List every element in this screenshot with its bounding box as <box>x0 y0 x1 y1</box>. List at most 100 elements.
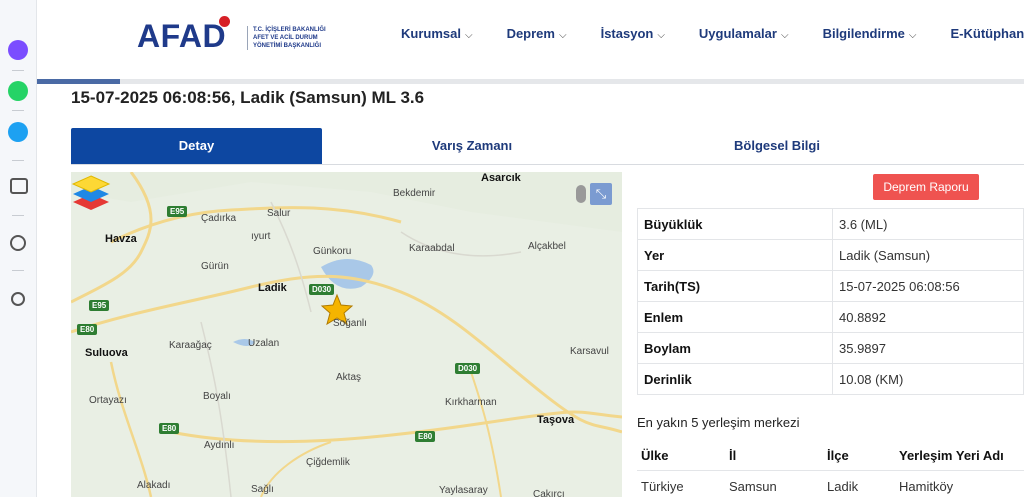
browser-sidebar <box>0 0 37 497</box>
info-key: Enlem <box>638 302 833 333</box>
sidebar-divider <box>12 160 24 161</box>
column-header: Ülke <box>637 440 725 471</box>
layers-icon[interactable] <box>71 172 111 212</box>
nav-kurumsal[interactable]: Kurumsal⌵ <box>401 26 473 41</box>
info-value: Ladik (Samsun) <box>833 240 1024 271</box>
nav-label: Bilgilendirme <box>823 26 905 41</box>
road <box>111 362 151 497</box>
main-nav: Kurumsal⌵ Deprem ⌵ İstasyon⌵ Uygulamalar⌵… <box>401 26 1024 41</box>
table-cell: Türkiye <box>637 471 725 501</box>
table-cell: Hamitköy <box>895 471 1024 501</box>
map-town: Ladik <box>258 282 287 294</box>
map-town: Günkoru <box>313 246 351 257</box>
road-shield: E80 <box>415 431 435 442</box>
map-town: Karsavul <box>570 346 609 357</box>
map-town: Çiğdemlik <box>306 457 350 468</box>
info-key: Boylam <box>638 333 833 364</box>
logo-subtitle-line: T.C. İÇİŞLERİ BAKANLIĞI <box>253 26 363 34</box>
crescent-icon <box>219 16 230 27</box>
road-shield: D030 <box>309 284 334 295</box>
table-cell: Samsun <box>725 471 823 501</box>
table-header-row: Ülke İl İlçe Yerleşim Yeri Adı <box>637 440 1024 471</box>
map-town: Aydınlı <box>204 440 234 451</box>
earthquake-info-table: Büyüklük3.6 (ML) YerLadik (Samsun) Tarih… <box>637 208 1024 395</box>
map-town: Gürün <box>201 261 229 272</box>
info-value: 3.6 (ML) <box>833 209 1024 240</box>
twitter-icon[interactable] <box>8 122 28 142</box>
map-town: Salur <box>267 208 290 219</box>
nav-label: E-Kütüphane <box>951 26 1024 41</box>
logo-subtitle: T.C. İÇİŞLERİ BAKANLIĞI AFET VE ACİL DUR… <box>247 26 363 50</box>
road-shield: E80 <box>159 423 179 434</box>
expand-icon[interactable]: ⤡ <box>590 183 612 205</box>
whatsapp-icon[interactable] <box>8 81 28 101</box>
column-header: Yerleşim Yeri Adı <box>895 440 1024 471</box>
info-key: Derinlik <box>638 364 833 395</box>
map-town: Sağlı <box>251 484 274 495</box>
map-town: Yaylasaray <box>439 485 488 496</box>
table-row: YerLadik (Samsun) <box>638 240 1024 271</box>
info-value: 35.9897 <box>833 333 1024 364</box>
map-town: Taşova <box>537 414 574 426</box>
tab-bar: Detay Varış Zamanı Bölgesel Bilgi <box>71 128 1024 165</box>
table-row: Enlem40.8892 <box>638 302 1024 333</box>
map-base <box>71 172 622 497</box>
chevron-down-icon: ⌵ <box>657 30 665 41</box>
sidebar-divider <box>12 270 24 271</box>
gear-icon[interactable] <box>10 235 26 251</box>
map-town: Bekdemir <box>393 188 435 199</box>
map-town: Alakadı <box>137 480 170 491</box>
nav-label: Deprem <box>507 26 555 41</box>
nav-bilgilendirme[interactable]: Bilgilendirme ⌵ <box>823 26 917 41</box>
lightbulb-icon[interactable] <box>11 292 25 306</box>
nearest-settlements-title: En yakın 5 yerleşim merkezi <box>637 415 800 430</box>
map-town: Alçakbel <box>528 241 566 252</box>
road-shield: E80 <box>77 324 97 335</box>
map-town: Aktaş <box>336 372 361 383</box>
wallet-icon[interactable] <box>10 178 28 194</box>
sidebar-divider <box>12 215 24 216</box>
road-shield: E95 <box>167 206 187 217</box>
nav-ekutuphane[interactable]: E-Kütüphane <box>951 26 1024 41</box>
site-header: AFAD T.C. İÇİŞLERİ BAKANLIĞI AFET VE ACİ… <box>37 0 1024 80</box>
chevron-down-icon: ⌵ <box>465 30 473 41</box>
nav-uygulamalar[interactable]: Uygulamalar⌵ <box>699 26 789 41</box>
map-town: Suluova <box>85 347 128 359</box>
page-title: 15-07-2025 06:08:56, Ladik (Samsun) ML 3… <box>71 88 424 108</box>
map-town: Karaabdal <box>409 243 455 254</box>
chevron-down-icon: ⌵ <box>909 30 917 41</box>
logo-subtitle-line: AFET VE ACİL DURUM <box>253 34 363 42</box>
info-value: 15-07-2025 06:08:56 <box>833 271 1024 302</box>
column-header: İl <box>725 440 823 471</box>
road <box>71 276 622 432</box>
sidebar-divider <box>12 110 24 111</box>
map-town: Kırkharman <box>445 397 497 408</box>
deprem-raporu-button[interactable]: Deprem Raporu <box>873 174 979 200</box>
map-town: Uzalan <box>248 338 279 349</box>
afad-logo[interactable]: AFAD <box>137 18 226 55</box>
nav-deprem[interactable]: Deprem ⌵ <box>507 26 567 41</box>
nav-istasyon[interactable]: İstasyon⌵ <box>601 26 665 41</box>
tab-varis-zamani[interactable]: Varış Zamanı <box>322 128 622 164</box>
table-row: Büyüklük3.6 (ML) <box>638 209 1024 240</box>
tab-detay[interactable]: Detay <box>71 128 322 164</box>
map-toggle[interactable] <box>576 185 586 203</box>
chevron-down-icon: ⌵ <box>781 30 789 41</box>
road <box>471 372 501 497</box>
info-key: Tarih(TS) <box>638 271 833 302</box>
tab-bolgesel-bilgi[interactable]: Bölgesel Bilgi <box>622 128 932 164</box>
table-row: Boylam35.9897 <box>638 333 1024 364</box>
header-accent <box>37 79 120 84</box>
table-cell: Ladik <box>823 471 895 501</box>
map-town: Asarcık <box>481 172 521 184</box>
column-header: İlçe <box>823 440 895 471</box>
road-shield: D030 <box>455 363 480 374</box>
map-town: Karaağaç <box>169 340 212 351</box>
info-value: 40.8892 <box>833 302 1024 333</box>
road-shield: E95 <box>89 300 109 311</box>
messenger-icon[interactable] <box>8 40 28 60</box>
chevron-down-icon: ⌵ <box>559 30 567 41</box>
nearest-settlements-table: Ülke İl İlçe Yerleşim Yeri Adı Türkiye S… <box>637 440 1024 501</box>
earthquake-map[interactable]: Asarcık Bekdemir Havza Çadırka Salur ıyu… <box>71 172 622 497</box>
logo-subtitle-line: YÖNETİMİ BAŞKANLIĞI <box>253 42 363 50</box>
